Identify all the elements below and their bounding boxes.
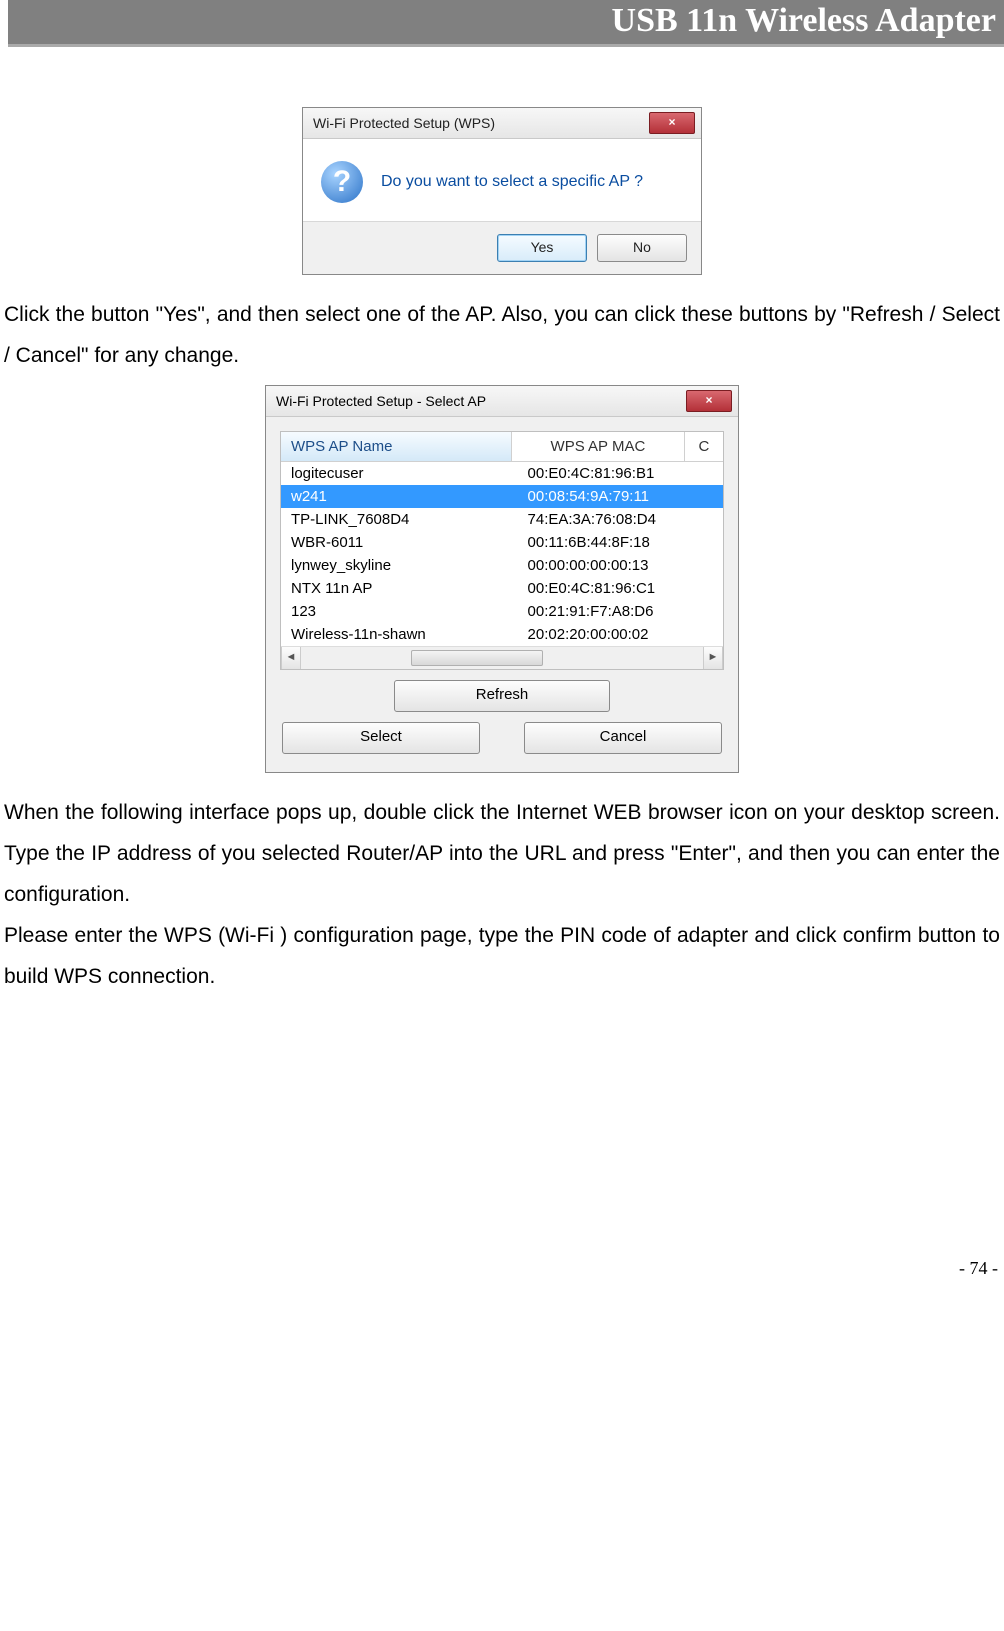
ap-name-cell: 123 xyxy=(281,603,528,620)
ap-name-cell: logitecuser xyxy=(281,465,528,482)
refresh-button[interactable]: Refresh xyxy=(394,680,610,712)
ap-name-cell: lynwey_skyline xyxy=(281,557,528,574)
table-row[interactable]: 12300:21:91:F7:A8:D6 xyxy=(281,600,723,623)
col-header-extra[interactable]: C xyxy=(685,432,723,461)
wps-select-ap-dialog: Wi-Fi Protected Setup - Select AP × WPS … xyxy=(265,385,739,773)
ap-mac-cell: 00:00:00:00:00:13 xyxy=(528,557,723,574)
ap-name-cell: WBR-6011 xyxy=(281,534,528,551)
ap-mac-cell: 00:08:54:9A:79:11 xyxy=(528,488,723,505)
table-row[interactable]: Wireless-11n-shawn20:02:20:00:00:02 xyxy=(281,623,723,646)
ap-mac-cell: 20:02:20:00:00:02 xyxy=(528,626,723,643)
paragraph-1: Click the button "Yes", and then select … xyxy=(0,295,1004,377)
wps-confirm-message: Do you want to select a specific AP ? xyxy=(381,173,643,191)
ap-name-cell: TP-LINK_7608D4 xyxy=(281,511,528,528)
table-row[interactable]: WBR-601100:11:6B:44:8F:18 xyxy=(281,531,723,554)
paragraph-2: When the following interface pops up, do… xyxy=(0,793,1004,916)
page-number: - 74 - xyxy=(0,1258,1004,1279)
wps-confirm-titlebar[interactable]: Wi-Fi Protected Setup (WPS) × xyxy=(303,108,701,139)
scroll-left-icon[interactable]: ◄ xyxy=(281,647,301,669)
scroll-right-icon[interactable]: ► xyxy=(703,647,723,669)
doc-header-title: USB 11n Wireless Adapter xyxy=(8,0,1004,47)
paragraph-3: Please enter the WPS (Wi-Fi ) configurat… xyxy=(0,916,1004,998)
ap-mac-cell: 00:21:91:F7:A8:D6 xyxy=(528,603,723,620)
ap-table-header: WPS AP Name WPS AP MAC C xyxy=(281,432,723,462)
scroll-thumb[interactable] xyxy=(411,650,543,666)
table-row[interactable]: w24100:08:54:9A:79:11 xyxy=(281,485,723,508)
table-row[interactable]: TP-LINK_7608D474:EA:3A:76:08:D4 xyxy=(281,508,723,531)
ap-name-cell: Wireless-11n-shawn xyxy=(281,626,528,643)
cancel-button[interactable]: Cancel xyxy=(524,722,722,754)
ap-name-cell: w241 xyxy=(281,488,528,505)
ap-mac-cell: 00:E0:4C:81:96:C1 xyxy=(528,580,723,597)
col-header-name[interactable]: WPS AP Name xyxy=(281,432,512,461)
wps-confirm-dialog: Wi-Fi Protected Setup (WPS) × ? Do you w… xyxy=(302,107,702,275)
select-button[interactable]: Select xyxy=(282,722,480,754)
horizontal-scrollbar[interactable]: ◄ ► xyxy=(281,646,723,669)
close-icon[interactable]: × xyxy=(686,390,732,412)
no-button[interactable]: No xyxy=(597,234,687,262)
question-icon: ? xyxy=(321,161,363,203)
wps-select-ap-title: Wi-Fi Protected Setup - Select AP xyxy=(276,393,486,409)
table-row[interactable]: logitecuser00:E0:4C:81:96:B1 xyxy=(281,462,723,485)
table-row[interactable]: NTX 11n AP00:E0:4C:81:96:C1 xyxy=(281,577,723,600)
ap-name-cell: NTX 11n AP xyxy=(281,580,528,597)
ap-table: WPS AP Name WPS AP MAC C logitecuser00:E… xyxy=(280,431,724,670)
col-header-mac[interactable]: WPS AP MAC xyxy=(512,432,685,461)
ap-mac-cell: 00:11:6B:44:8F:18 xyxy=(528,534,723,551)
ap-mac-cell: 74:EA:3A:76:08:D4 xyxy=(528,511,723,528)
wps-select-ap-titlebar[interactable]: Wi-Fi Protected Setup - Select AP × xyxy=(266,386,738,417)
table-row[interactable]: lynwey_skyline00:00:00:00:00:13 xyxy=(281,554,723,577)
ap-mac-cell: 00:E0:4C:81:96:B1 xyxy=(528,465,723,482)
wps-confirm-title: Wi-Fi Protected Setup (WPS) xyxy=(313,115,495,131)
close-icon[interactable]: × xyxy=(649,112,695,134)
yes-button[interactable]: Yes xyxy=(497,234,587,262)
